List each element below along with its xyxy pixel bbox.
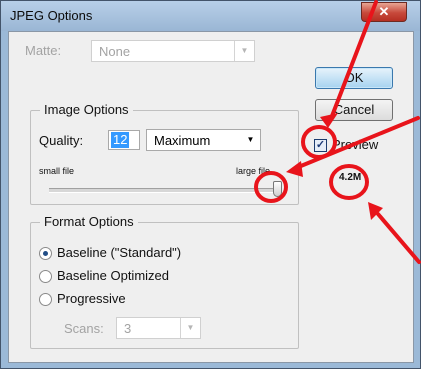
close-button[interactable]: ✕ xyxy=(361,2,407,22)
chevron-down-icon: ▼ xyxy=(180,318,200,338)
radio-label-baseline-optimized: Baseline Optimized xyxy=(57,268,169,283)
large-file-label: large file xyxy=(236,166,271,176)
quality-preset-value: Maximum xyxy=(154,133,211,148)
scans-value: 3 xyxy=(124,321,132,336)
scans-label: Scans: xyxy=(64,321,104,336)
preview-label: Preview xyxy=(332,137,379,152)
chevron-down-icon: ▼ xyxy=(246,135,255,144)
image-options-legend: Image Options xyxy=(40,102,133,117)
quality-preset-select[interactable]: Maximum ▼ xyxy=(146,129,261,151)
dialog-title: JPEG Options xyxy=(10,8,93,23)
dialog-body: Matte: None ▼ Image Options Quality: 12 … xyxy=(8,31,414,363)
quality-slider-track[interactable] xyxy=(49,188,282,193)
dialog-window: JPEG Options ✕ Matte: None ▼ Image Optio… xyxy=(0,0,421,369)
radio-progressive[interactable] xyxy=(39,293,52,306)
title-bar[interactable]: JPEG Options ✕ xyxy=(1,1,420,31)
file-size-readout: 4.2M xyxy=(339,172,362,183)
close-icon: ✕ xyxy=(378,4,390,19)
small-file-label: small file xyxy=(39,166,75,176)
radio-baseline-optimized[interactable] xyxy=(39,270,52,283)
radio-baseline-standard[interactable] xyxy=(39,247,52,260)
matte-select[interactable]: None ▼ xyxy=(91,40,255,62)
radio-label-progressive: Progressive xyxy=(57,291,126,306)
ok-button[interactable]: OK xyxy=(315,67,393,89)
radio-label-baseline-standard: Baseline ("Standard") xyxy=(57,245,182,260)
chevron-down-icon: ▼ xyxy=(234,41,254,61)
cancel-button[interactable]: Cancel xyxy=(315,99,393,121)
check-icon: ✓ xyxy=(315,139,326,151)
matte-label: Matte: xyxy=(25,43,62,58)
quality-label: Quality: xyxy=(39,133,84,148)
format-options-legend: Format Options xyxy=(40,214,138,229)
quality-input[interactable]: 12 xyxy=(108,130,140,150)
preview-checkbox[interactable]: ✓ xyxy=(314,139,327,152)
quality-value: 12 xyxy=(111,132,130,148)
radio-selected-dot xyxy=(43,251,48,256)
quality-slider-thumb[interactable] xyxy=(273,181,282,197)
scans-select[interactable]: 3 ▼ xyxy=(116,317,201,339)
matte-value: None xyxy=(99,44,131,59)
